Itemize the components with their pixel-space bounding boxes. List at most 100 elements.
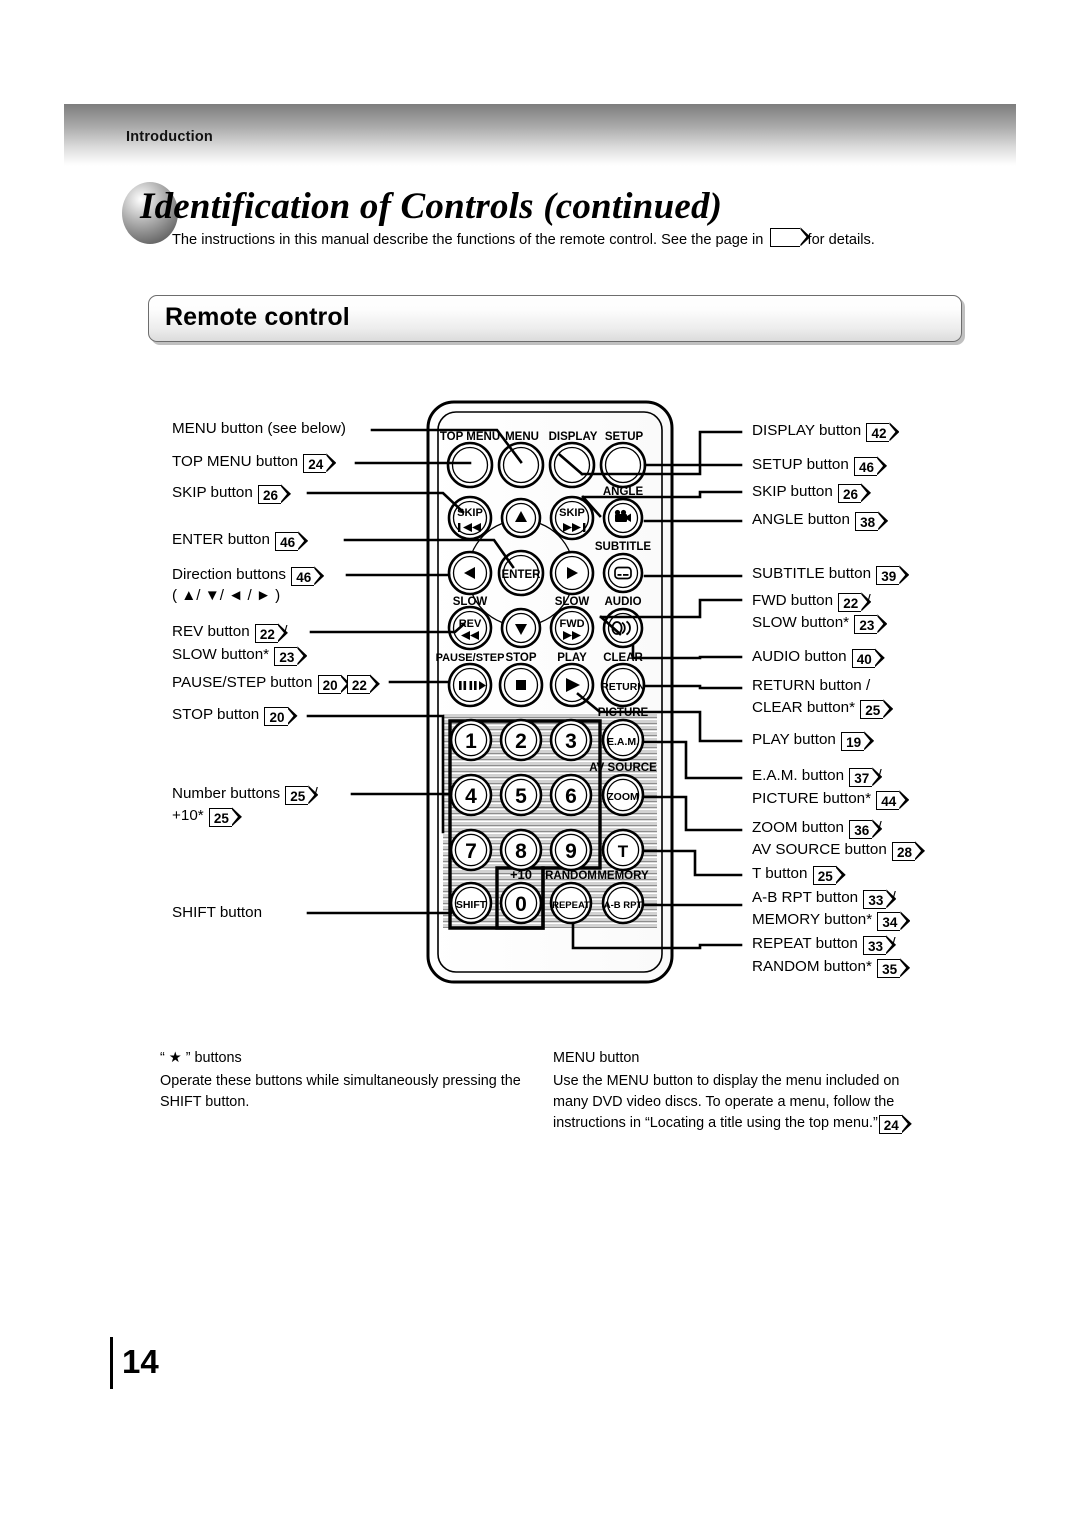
callout-plus-ten-text: +10*: [172, 807, 204, 824]
page-badge-23-slow-left: 23: [274, 647, 298, 666]
callout-av-source-button-text: AV SOURCE button: [752, 841, 887, 858]
key-2-text: 2: [515, 730, 527, 753]
callout-number-buttons-text: Number buttons: [172, 785, 281, 802]
key-ab-rpt-text: A-B RPT: [604, 900, 643, 911]
callout-display-button: DISPLAY button 42: [752, 421, 890, 442]
callout-pause-step-button-text: PAUSE/STEP button: [172, 674, 313, 691]
page-badge-25-number: 25: [285, 786, 309, 805]
label-subtitle: SUBTITLE: [595, 541, 652, 553]
callout-play-button: PLAY button 19: [752, 730, 865, 751]
menu-button[interactable]: [497, 441, 545, 489]
key-fwd-text: FWD: [559, 618, 584, 630]
callout-angle-button-text: ANGLE button: [752, 511, 850, 528]
callout-slow-button-right: SLOW button* 23: [752, 613, 878, 634]
page-badge-33-ab: 33: [863, 890, 887, 909]
callout-slow-button-left-text: SLOW button*: [172, 646, 270, 663]
page-badge-22-fwd: 22: [838, 593, 862, 612]
key-shift-text: SHIFT: [456, 899, 487, 911]
callout-subtitle-button: SUBTITLE button 39: [752, 564, 900, 585]
page-badge-24: 24: [303, 454, 327, 473]
footnote-menu-body-2: many DVD video discs. To operate a menu,…: [553, 1094, 895, 1110]
page-badge-22-rev: 22: [254, 624, 278, 643]
page-badge-20-stop: 20: [264, 707, 288, 726]
label-play: PLAY: [557, 652, 587, 664]
page-badge-37: 37: [849, 768, 873, 787]
page-badge-46-setup: 46: [854, 457, 878, 476]
callout-av-source-button: AV SOURCE button 28: [752, 840, 916, 861]
callout-repeat-button: REPEAT button 33 /: [752, 934, 896, 955]
label-memory: MEMORY: [597, 870, 649, 882]
callout-rev-button: REV button 22 /: [172, 622, 287, 643]
page-badge-42: 42: [866, 423, 890, 442]
stop-square-icon: [516, 680, 526, 690]
label-plus-ten: +10: [510, 867, 532, 882]
callout-play-button-text: PLAY button: [752, 731, 836, 748]
page-badge-23-slow-right: 23: [854, 615, 878, 634]
callout-enter-button-text: ENTER button: [172, 531, 270, 548]
page-badge-25-t: 25: [812, 866, 836, 885]
key-6-text: 6: [565, 785, 577, 808]
callout-eam-button-text: E.A.M. button: [752, 767, 845, 784]
callout-skip-button-left: SKIP button 26: [172, 483, 282, 504]
callout-ab-rpt-button: A-B RPT button 33 /: [752, 888, 896, 909]
remote-control-diagram: TOP MENU MENU DISPLAY SETUP ANGLE SUBTIT…: [306, 400, 743, 984]
callout-random-button: RANDOM button* 35: [752, 957, 901, 978]
callout-return-button: RETURN button /: [752, 676, 870, 696]
label-av-source: AV SOURCE: [589, 762, 657, 774]
key-0-text: 0: [515, 893, 527, 916]
page-number: 14: [122, 1343, 159, 1380]
callout-shift-button-text: SHIFT button: [172, 904, 263, 921]
key-return-text: RETURN: [601, 681, 645, 693]
footnote-star-buttons: “ ★ ” buttons Operate these buttons whil…: [160, 1048, 540, 1113]
label-display: DISPLAY: [549, 431, 598, 443]
top-menu-button[interactable]: [446, 441, 494, 489]
label-pause-step: PAUSE/STEP: [436, 652, 505, 664]
page-badge-46-enter: 46: [275, 532, 299, 551]
callout-picture-button-text: PICTURE button*: [752, 790, 872, 807]
key-t-text: T: [618, 842, 629, 861]
callout-audio-button: AUDIO button 40: [752, 647, 876, 668]
key-9-text: 9: [565, 840, 577, 863]
callout-direction-buttons: Direction buttons 46: [172, 565, 315, 586]
callout-repeat-button-text: REPEAT button: [752, 935, 858, 952]
label-menu: MENU: [505, 431, 539, 443]
callout-return-button-text: RETURN button /: [752, 677, 871, 694]
page-badge-26: 26: [258, 485, 282, 504]
page-badge-20-pause: 20: [317, 675, 341, 694]
footnote-menu-body-3: instructions in “Locating a title using …: [553, 1113, 963, 1134]
callout-picture-button: PICTURE button* 44: [752, 789, 900, 810]
page-badge-26-right: 26: [838, 484, 862, 503]
page-badge-38: 38: [855, 512, 879, 531]
subtitle-button[interactable]: [602, 552, 644, 594]
callout-slow-button-right-text: SLOW button*: [752, 614, 850, 631]
callout-stop-button-text: STOP button: [172, 706, 260, 723]
callout-number-buttons: Number buttons 25 /: [172, 784, 318, 805]
callout-setup-button: SETUP button 46: [752, 455, 878, 476]
callout-audio-button-text: AUDIO button: [752, 648, 847, 665]
key-zoom-text: ZOOM: [607, 791, 639, 803]
label-setup: SETUP: [605, 431, 644, 443]
callout-fwd-button-text: FWD button: [752, 592, 834, 609]
page-badge-25-plus-ten: 25: [208, 808, 232, 827]
page-badge-25-clear: 25: [860, 700, 884, 719]
callout-clear-button-text: CLEAR button*: [752, 699, 855, 716]
callout-random-button-text: RANDOM button*: [752, 958, 872, 975]
label-audio: AUDIO: [604, 596, 641, 608]
page-badge-36: 36: [849, 820, 873, 839]
callout-stop-button: STOP button 20: [172, 705, 289, 726]
callout-direction-buttons-sub: ( ▲/ ▼/ ◄ / ► ): [172, 587, 281, 604]
label-slow-right: SLOW: [555, 596, 590, 608]
callout-zoom-button: ZOOM button 36 /: [752, 818, 882, 839]
callout-ab-rpt-button-text: A-B RPT button: [752, 889, 859, 906]
callout-menu-button: MENU button (see below): [172, 419, 346, 439]
page-number-rule: [110, 1337, 113, 1389]
page-badge-39: 39: [876, 566, 900, 585]
audio-button[interactable]: [602, 607, 644, 649]
callout-pause-step-button: PAUSE/STEP button 20 22: [172, 673, 371, 694]
setup-button[interactable]: [599, 441, 647, 489]
key-1-text: 1: [465, 730, 477, 753]
callout-zoom-button-text: ZOOM button: [752, 819, 845, 836]
page-badge-46-direction: 46: [291, 567, 315, 586]
manual-page: Introduction Identification of Controls …: [0, 0, 1080, 1528]
key-repeat-text: REPEAT: [552, 900, 590, 911]
